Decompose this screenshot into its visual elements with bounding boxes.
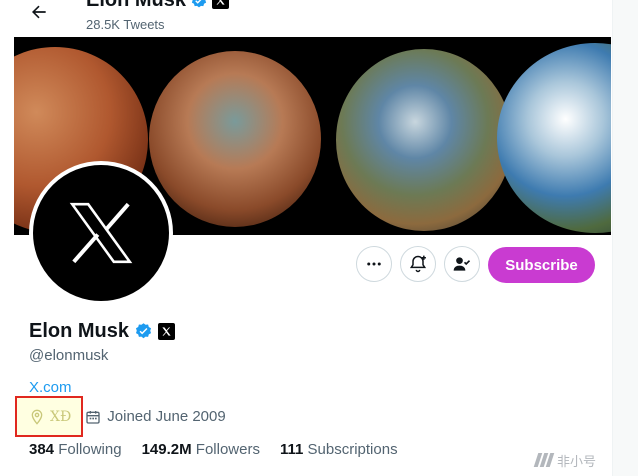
following-button[interactable]	[444, 246, 480, 282]
scroll-gutter[interactable]	[612, 0, 638, 476]
profile-name-row: Elon Musk	[29, 320, 176, 343]
profile-name: Elon Musk	[29, 320, 130, 342]
location-text: XĐ	[50, 408, 72, 425]
avatar[interactable]	[29, 161, 173, 305]
verified-badge-icon	[191, 0, 207, 7]
notifications-button[interactable]	[400, 246, 436, 282]
watermark-logo-icon	[533, 453, 555, 467]
followers-stat[interactable]: 149.2M Followers	[142, 441, 260, 458]
subscriptions-label: Subscriptions	[307, 441, 398, 458]
profile-stats: 384 Following 149.2M Followers 111 Subsc…	[29, 441, 418, 458]
ellipsis-icon	[367, 262, 381, 266]
x-logo-icon	[69, 202, 133, 264]
profile-location: XĐ	[29, 409, 71, 425]
terraforming-planet-2	[336, 49, 512, 231]
watermark-text: 非小号	[557, 453, 597, 469]
back-button[interactable]	[24, 0, 54, 26]
subscriptions-count: 111	[279, 441, 304, 458]
following-count: 384	[29, 441, 55, 458]
subscribe-button[interactable]: Subscribe	[488, 247, 595, 283]
x-affiliate-icon	[212, 0, 230, 9]
earth-like-planet	[497, 43, 611, 233]
followers-label: Followers	[195, 441, 260, 458]
calendar-icon	[86, 410, 100, 424]
profile-page: Elon Musk 28.5K Tweets Subscribe Elon Mu…	[0, 0, 638, 476]
tweet-count: 28.5K Tweets	[86, 17, 165, 32]
more-options-button[interactable]	[356, 246, 392, 282]
followers-count: 149.2M	[141, 441, 192, 458]
joined-text: Joined June 2009	[107, 408, 226, 425]
person-check-icon	[453, 257, 471, 271]
profile-meta: XĐ Joined June 2009	[29, 408, 226, 425]
location-pin-icon	[31, 409, 43, 425]
header-name: Elon Musk	[86, 0, 187, 11]
profile-website-link[interactable]: X.com	[29, 379, 72, 396]
x-affiliate-icon[interactable]	[158, 323, 176, 340]
arrow-left-icon	[32, 5, 46, 19]
watermark: 非小号	[533, 448, 636, 472]
profile-handle: @elonmusk	[29, 347, 109, 364]
bell-plus-icon	[409, 255, 427, 273]
subscriptions-stat[interactable]: 111 Subscriptions	[280, 441, 398, 458]
following-stat[interactable]: 384 Following	[29, 441, 122, 458]
profile-joined: Joined June 2009	[85, 408, 226, 425]
following-label: Following	[58, 441, 122, 458]
terraforming-planet-1	[149, 51, 321, 227]
verified-badge-icon[interactable]	[134, 322, 153, 341]
header-title: Elon Musk	[86, 0, 230, 12]
